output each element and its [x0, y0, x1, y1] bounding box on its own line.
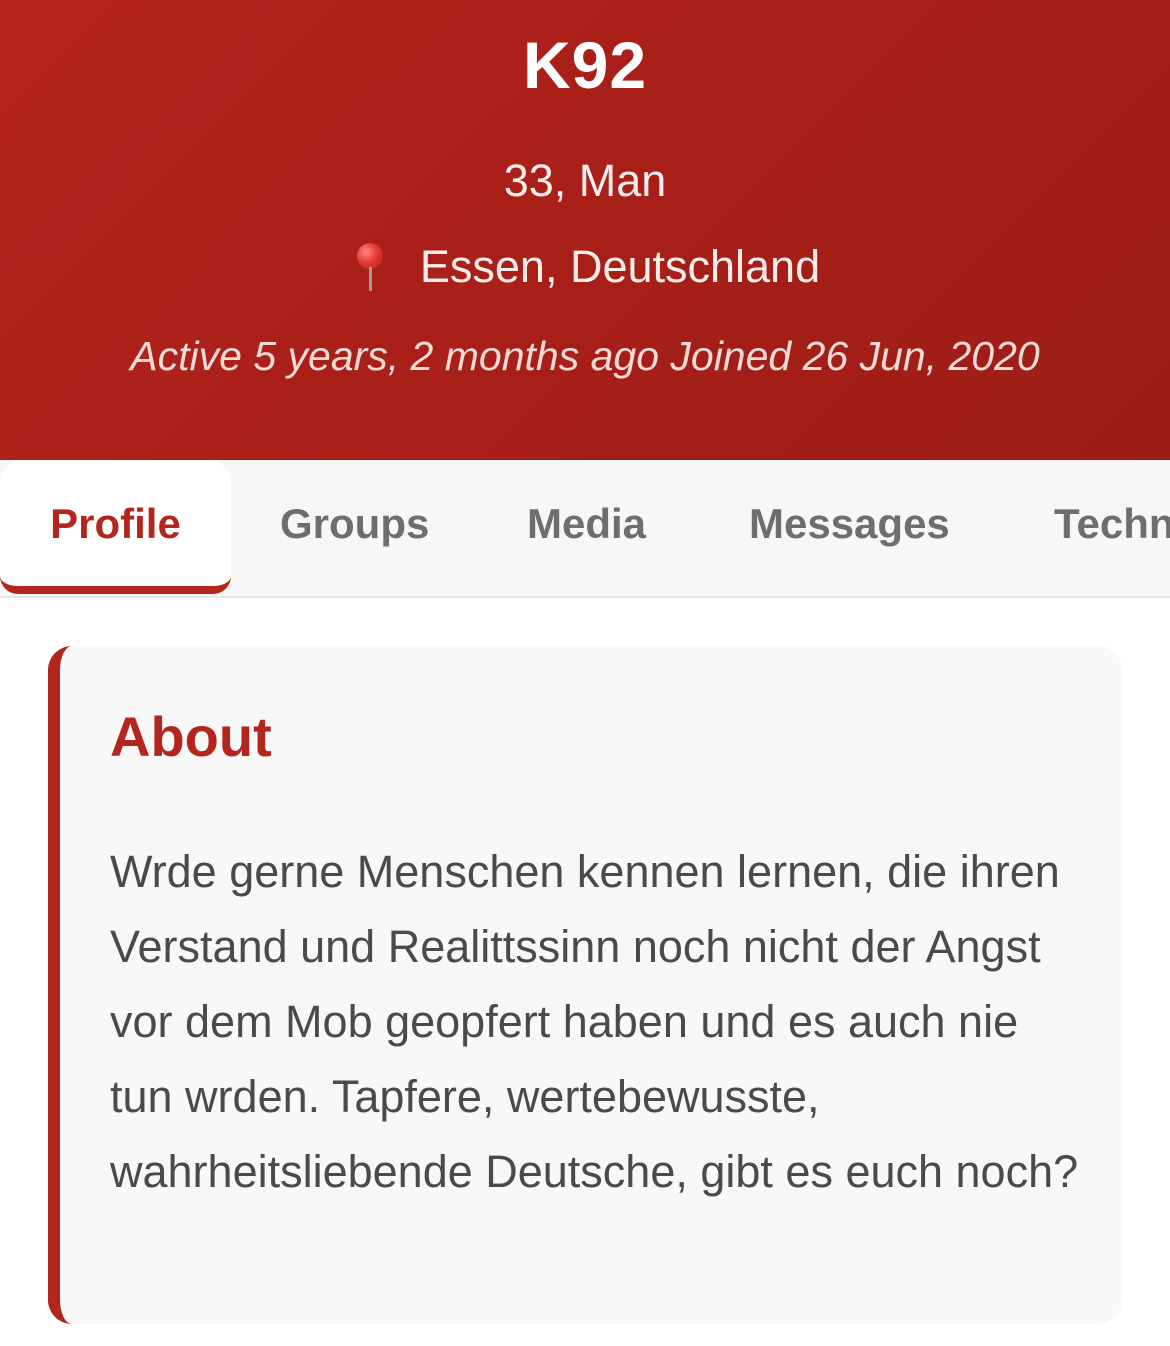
pin-head: [356, 243, 383, 269]
tab-media[interactable]: Media: [527, 460, 646, 590]
profile-activity: Active 5 years, 2 months ago Joined 26 J…: [130, 333, 1040, 379]
location-label: Essen, Deutschland: [419, 241, 821, 292]
profile-tab-bar: Profile Groups Media Messages Techn: [0, 460, 1170, 598]
round-pushpin-icon: [350, 241, 390, 293]
about-card: About Wrde gerne Menschen kennen lernen,…: [48, 646, 1122, 1324]
tab-messages[interactable]: Messages: [749, 460, 950, 590]
profile-location: Essen, Deutschland: [0, 238, 1170, 296]
pin-needle: [368, 267, 372, 291]
tab-groups[interactable]: Groups: [280, 460, 429, 590]
tab-techn[interactable]: Techn: [1054, 460, 1170, 590]
about-text: Wrde gerne Menschen kennen lernen, die i…: [110, 846, 1079, 1197]
profile-age-gender: 33, Man: [503, 155, 667, 206]
profile-header: K92 33, Man Essen, Deutschland Active 5 …: [0, 0, 1170, 460]
about-title: About: [110, 705, 272, 768]
profile-username: K92: [522, 28, 648, 102]
tab-profile[interactable]: Profile: [0, 460, 231, 594]
